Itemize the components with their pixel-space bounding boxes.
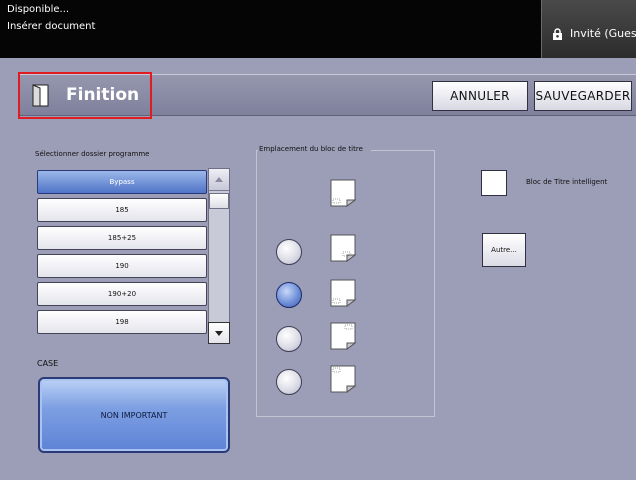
case-label: CASE bbox=[37, 359, 59, 368]
smart-title-label: Bloc de Titre intelligent bbox=[526, 178, 608, 186]
document-bottom-right-icon bbox=[330, 234, 357, 262]
lock-user-icon bbox=[553, 28, 562, 40]
scroll-down-button[interactable] bbox=[208, 322, 230, 344]
status-line-1: Disponible... bbox=[7, 4, 70, 15]
user-login-button[interactable]: Invité (Guest bbox=[541, 0, 636, 58]
list-item[interactable]: 185 bbox=[37, 198, 207, 222]
list-scrollbar[interactable] bbox=[208, 168, 230, 344]
title-block-label: Emplacement du bloc de titre bbox=[258, 145, 364, 153]
program-list: Bypass 185 185+25 190 190+20 198 bbox=[35, 168, 211, 344]
list-item[interactable]: 185+25 bbox=[37, 226, 207, 250]
smart-title-checkbox[interactable] bbox=[481, 170, 507, 196]
scroll-thumb[interactable] bbox=[209, 193, 229, 209]
list-item[interactable]: 190+20 bbox=[37, 282, 207, 306]
chevron-down-icon bbox=[215, 330, 223, 336]
scroll-up-button[interactable] bbox=[209, 169, 229, 191]
title-position-radio-1[interactable] bbox=[276, 239, 302, 265]
case-button[interactable]: NON IMPORTANT bbox=[38, 377, 230, 453]
chevron-up-icon bbox=[215, 177, 223, 182]
title-position-radio-4[interactable] bbox=[276, 369, 302, 395]
list-item[interactable]: 190 bbox=[37, 254, 207, 278]
cancel-button[interactable]: ANNULER bbox=[432, 81, 528, 111]
other-button[interactable]: Autre... bbox=[482, 233, 526, 267]
user-label: Invité (Guest bbox=[570, 27, 636, 40]
save-button[interactable]: SAUVEGARDER bbox=[534, 81, 632, 111]
list-item[interactable]: 198 bbox=[37, 310, 207, 334]
document-top-icon bbox=[330, 179, 357, 207]
title-highlight-box bbox=[18, 72, 152, 119]
document-bottom-left-icon bbox=[330, 279, 357, 307]
document-top-right-icon bbox=[330, 322, 357, 350]
status-bar: Disponible... Insérer document Invité (G… bbox=[0, 0, 636, 58]
program-list-label: Sélectionner dossier programme bbox=[35, 150, 150, 158]
title-position-radio-3[interactable] bbox=[276, 326, 302, 352]
title-position-radio-2[interactable] bbox=[276, 282, 302, 308]
document-top-left-icon bbox=[330, 365, 357, 393]
list-item[interactable]: Bypass bbox=[37, 170, 207, 194]
status-line-2: Insérer document bbox=[7, 21, 96, 32]
